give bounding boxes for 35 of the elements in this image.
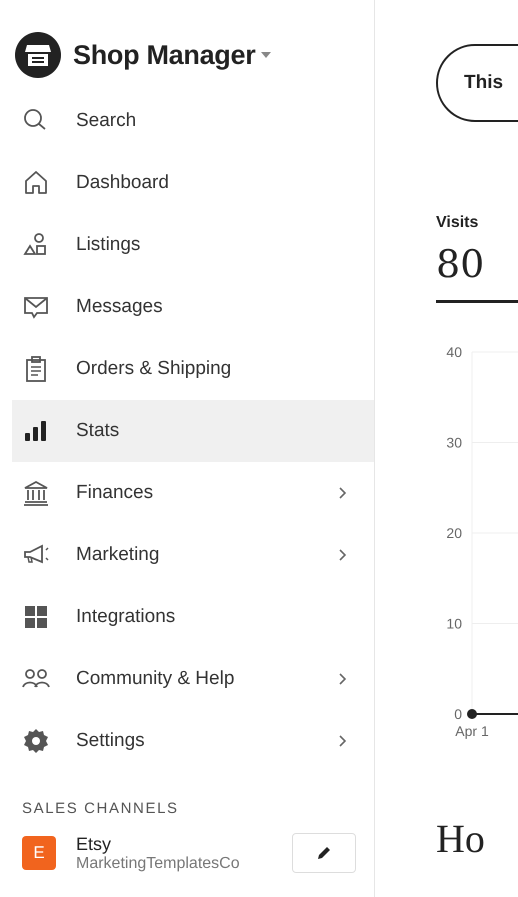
home-icon (22, 169, 50, 197)
shop-manager-title[interactable]: Shop Manager (73, 40, 256, 70)
y-tick-label: 20 (446, 525, 462, 541)
sidebar-item[interactable]: Community & Help (12, 648, 374, 710)
grid-icon (22, 603, 50, 631)
sidebar-item[interactable]: Finances (12, 462, 374, 524)
shop-name: MarketingTemplatesCo (76, 854, 241, 872)
y-tick-label: 40 (446, 344, 462, 360)
channel-name: Etsy (76, 834, 112, 854)
sidebar-item[interactable]: Settings (12, 710, 374, 772)
sidebar-item[interactable]: Dashboard (12, 152, 374, 214)
settings-icon (22, 727, 50, 755)
sidebar-item[interactable]: Messages (12, 276, 374, 338)
sidebar-item[interactable]: Orders & Shipping (12, 338, 374, 400)
y-tick-label: 0 (454, 706, 462, 722)
pencil-icon (315, 844, 333, 862)
date-range-button[interactable]: This (436, 44, 518, 122)
sidebar-item[interactable]: Listings (12, 214, 374, 276)
caret-icon (261, 52, 272, 58)
sidebar-item[interactable]: Marketing (12, 524, 374, 586)
metric-value: 80 (436, 242, 486, 286)
metric-label: Visits (436, 214, 478, 232)
bank-icon (22, 479, 50, 507)
section-heading: SALES CHANNELS (22, 800, 179, 817)
sidebar-item[interactable]: Search (12, 90, 374, 152)
data-point (467, 709, 477, 719)
storefront-logo-icon (15, 32, 61, 78)
x-tick-label: Apr 1 (455, 723, 489, 739)
channel-badge: E (22, 836, 56, 870)
y-tick-label: 30 (446, 434, 462, 450)
section-heading: Ho (436, 815, 485, 862)
edit-button[interactable] (292, 833, 356, 873)
sidebar-item[interactable]: Stats (12, 400, 374, 462)
sidebar-item[interactable]: Integrations (12, 586, 374, 648)
y-tick-label: 10 (446, 616, 462, 632)
